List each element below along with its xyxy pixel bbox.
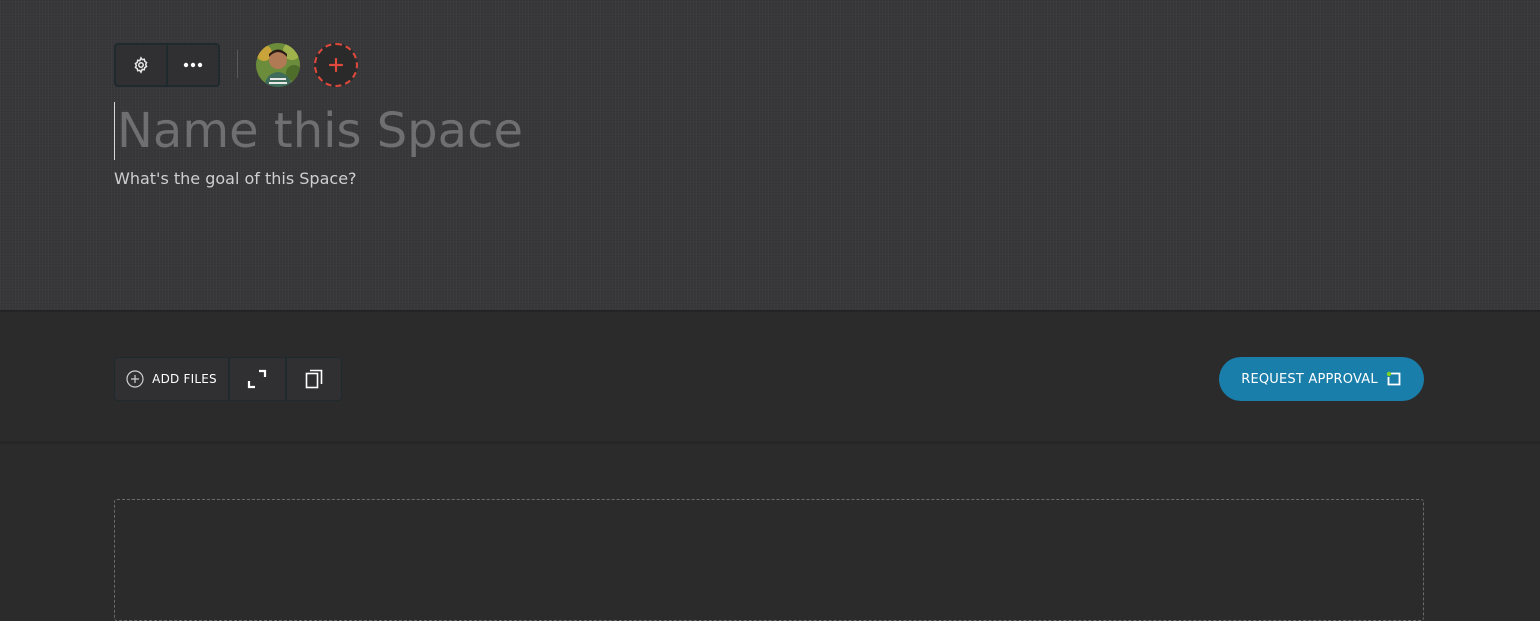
- request-approval-label: REQUEST APPROVAL: [1241, 371, 1378, 387]
- space-goal-input[interactable]: [114, 167, 714, 189]
- gear-icon: [134, 56, 148, 74]
- more-horizontal-icon: [183, 62, 203, 68]
- settings-button[interactable]: [116, 45, 166, 85]
- add-files-label: ADD FILES: [152, 372, 217, 386]
- add-circle-icon: [126, 370, 144, 388]
- space-controls: [114, 43, 220, 87]
- files-toolbar: ADD FILES: [114, 357, 342, 401]
- add-member-button[interactable]: [314, 43, 358, 87]
- section-divider: [0, 441, 1540, 444]
- expand-button[interactable]: [227, 358, 285, 400]
- approval-icon: [1386, 371, 1401, 386]
- copy-button[interactable]: [284, 358, 342, 400]
- header-separator: [237, 50, 238, 78]
- plus-icon: [328, 57, 344, 73]
- expand-icon: [248, 369, 267, 389]
- add-files-button[interactable]: ADD FILES: [115, 358, 228, 400]
- request-approval-button[interactable]: REQUEST APPROVAL: [1219, 357, 1424, 401]
- more-options-button[interactable]: [166, 45, 218, 85]
- space-title-input[interactable]: [114, 102, 917, 160]
- copy-icon: [305, 369, 323, 389]
- file-dropzone[interactable]: [114, 499, 1424, 621]
- header-divider: [0, 310, 1540, 312]
- avatar[interactable]: [256, 43, 300, 87]
